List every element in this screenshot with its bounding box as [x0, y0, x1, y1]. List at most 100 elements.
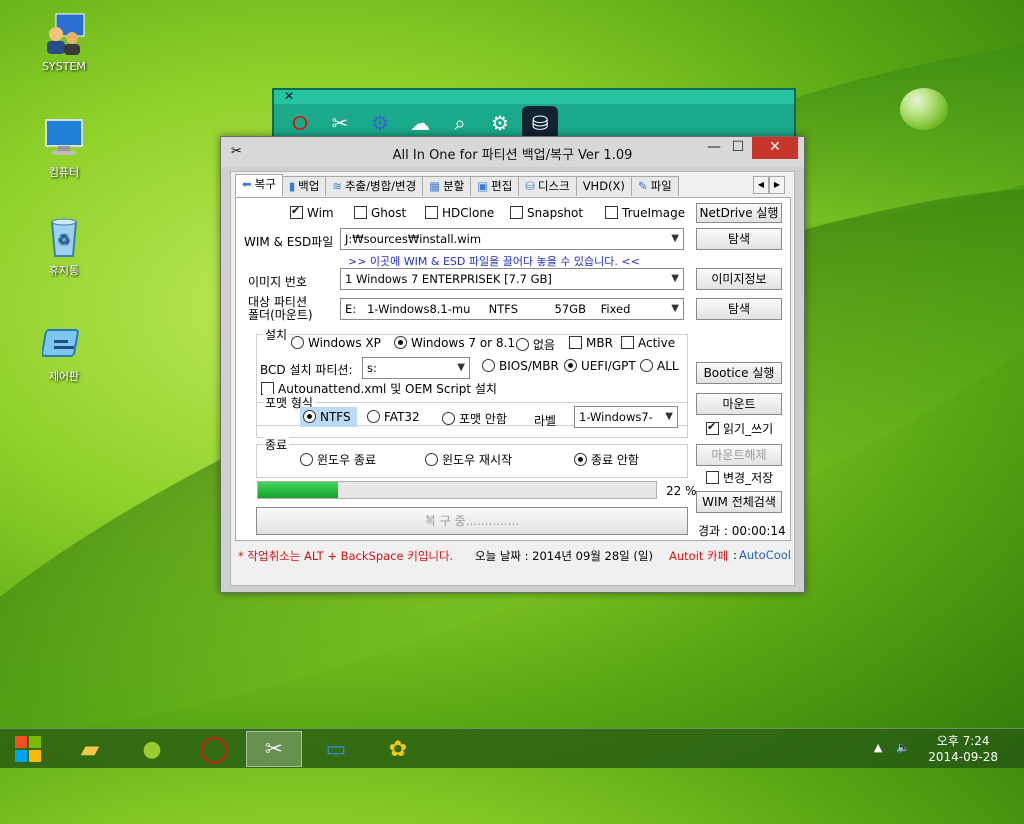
tools-icon: ✂ [264, 736, 284, 762]
wim-file-combo[interactable]: J:₩sources₩install.wim ▼ [340, 228, 684, 250]
network-icon[interactable]: ⚙ [362, 106, 398, 140]
maximize-button[interactable]: ☐ [724, 137, 752, 159]
desktop-icon-computer[interactable]: 컴퓨터 [18, 116, 110, 180]
restore-button[interactable]: 복 구 중.............. [256, 507, 688, 535]
hdclone-checkbox[interactable]: HDClone [425, 206, 494, 220]
mbr-checkbox[interactable]: MBR [569, 336, 613, 350]
ghost-checkbox[interactable]: Ghost [354, 206, 406, 220]
uefi-gpt-radio[interactable]: UEFI/GPT [564, 359, 636, 373]
tab-restore[interactable]: ⬅ 복구 [235, 174, 283, 196]
computer-icon [42, 116, 86, 160]
settings-icon[interactable]: ⚙ [482, 106, 518, 140]
taskbar-clock[interactable]: 오후 7:24 2014-09-28 [928, 733, 998, 765]
restore-tab-icon: ⬅ [242, 177, 252, 191]
install-win7-radio[interactable]: Windows 7 or 8.1 [394, 336, 515, 350]
search-icon[interactable]: ⌕ [442, 106, 478, 140]
tab-split[interactable]: ▦ 분할 [422, 176, 472, 196]
window-titlebar[interactable]: ✂ All In One for 파티션 백업/복구 Ver 1.09 — ☐ … [221, 137, 804, 167]
netdrive-button[interactable]: NetDrive 실행 [696, 203, 782, 223]
tray-expand-icon[interactable]: ▲ [874, 741, 882, 754]
browse-wim-button[interactable]: 탐색 [696, 228, 782, 250]
speaker-icon[interactable]: 🔈 [896, 741, 910, 754]
install-none-radio[interactable]: 없음 [516, 336, 555, 353]
volume-label-combo[interactable]: 1-Windows7- ▼ [574, 406, 678, 428]
disk-icon[interactable]: ⛁ [522, 106, 558, 140]
close-button[interactable]: ✕ [752, 137, 798, 159]
status-bar: * 작업취소는 ALT + BackSpace 키입니다. 오늘 날짜 : 20… [231, 544, 796, 568]
elapsed-time: 경과 : 00:00:14 [698, 524, 786, 538]
install-winxp-radio[interactable]: Windows XP [291, 336, 381, 350]
start-button[interactable] [0, 731, 56, 767]
target-partition-combo[interactable]: E: 1-Windows8.1-mu NTFS 57GB Fixed ▼ [340, 298, 684, 320]
tab-extract[interactable]: ≋ 추출/병합/변경 [325, 176, 424, 196]
bcd-partition-combo[interactable]: s: ▼ [362, 357, 470, 379]
snapshot-checkbox[interactable]: Snapshot [510, 206, 583, 220]
format-none-radio[interactable]: 포맷 안함 [442, 410, 507, 427]
format-fat32-radio[interactable]: FAT32 [367, 410, 420, 424]
desktop-icon-system[interactable]: SYSTEM [18, 12, 110, 73]
split-tab-icon: ▦ [429, 179, 441, 193]
browse-target-button[interactable]: 탐색 [696, 298, 782, 320]
desktop-icon-label: 컴퓨터 [48, 166, 80, 179]
svg-text:♻: ♻ [57, 232, 70, 248]
image-number-combo[interactable]: 1 Windows 7 ENTERPRISEK [7.7 GB] ▼ [340, 268, 684, 290]
wim-checkbox[interactable]: Wim [290, 204, 334, 220]
save-changes-checkbox[interactable]: 변경_저장 [706, 469, 773, 486]
tab-scroll-right-button[interactable]: ▶ [769, 176, 785, 194]
desktop-icon-recycle-bin[interactable]: ♻ 휴지통 [18, 214, 110, 278]
unmount-button[interactable]: 마운트해제 [696, 444, 782, 466]
desktop-icon-label: SYSTEM [42, 60, 86, 73]
tab-vhdx[interactable]: VHD(X) [575, 176, 632, 196]
taskbar-explorer[interactable]: ▰ [62, 731, 118, 767]
image-info-button[interactable]: 이미지정보 [696, 268, 782, 290]
monitor-icon: ▭ [325, 736, 347, 762]
exit-shutdown-radio[interactable]: 윈도우 종료 [300, 451, 376, 468]
tab-edit[interactable]: ▣ 편집 [470, 176, 520, 196]
today-date: 오늘 날짜 : 2014년 09월 28일 (일) [475, 549, 653, 563]
taskbar-monitor[interactable]: ▭ [308, 731, 364, 767]
bootice-button[interactable]: Bootice 실행 [696, 362, 782, 384]
volume-label-label: 라벨 [534, 414, 557, 428]
progress-fill [258, 482, 338, 498]
wim-file-label: WIM & ESD파일 [244, 235, 334, 249]
ghost-icon[interactable]: ☁ [402, 106, 438, 140]
tab-backup[interactable]: ▮ 백업 [281, 176, 327, 196]
tab-file[interactable]: ✎ 파일 [630, 176, 679, 196]
exit-restart-radio[interactable]: 윈도우 재시작 [425, 451, 512, 468]
opera-icon[interactable]: ⭘ [282, 106, 318, 140]
autoit-cafe-link[interactable]: Autoit 카페 [669, 548, 728, 564]
trueimage-checkbox[interactable]: TrueImage [605, 206, 685, 220]
tab-scroll-left-button[interactable]: ◀ [753, 176, 769, 194]
bcd-partition-label: BCD 설치 파티션: [260, 363, 353, 377]
readwrite-checkbox[interactable]: 읽기_쓰기 [706, 420, 773, 437]
active-checkbox[interactable]: Active [621, 336, 675, 350]
all-radio[interactable]: ALL [640, 359, 679, 373]
taskbar-opera[interactable]: ◯ [186, 731, 242, 767]
taskbar-aio-tool[interactable]: ✂ [246, 731, 302, 767]
recycle-bin-icon: ♻ [42, 214, 86, 258]
tools-icon[interactable]: ✂ [322, 106, 358, 140]
windows-logo-icon [15, 736, 41, 762]
taskbar-olive-app[interactable]: ● [124, 731, 180, 767]
users-icon [42, 12, 86, 56]
file-tab-icon: ✎ [637, 179, 648, 193]
autocool-link[interactable]: AutoCool [739, 548, 791, 562]
desktop-icon-control-panel[interactable]: 제어판 [18, 320, 110, 384]
window-client-area: ⬅ 복구 ▮ 백업 ≋ 추출/병합/변경 ▦ 분할 ▣ 편집 ⛁ 디스크 VHD(X) ✎ 파… [230, 171, 795, 586]
bios-mbr-radio[interactable]: BIOS/MBR [482, 359, 559, 373]
tab-disk[interactable]: ⛁ 디스크 [518, 176, 577, 196]
tab-scroll-arrows: ◀ ▶ [753, 176, 785, 194]
taskbar-imagine[interactable]: ✿ [370, 731, 426, 767]
exit-none-radio[interactable]: 종료 안함 [574, 451, 639, 468]
restore-panel: Wim Ghost HDClone Snapshot TrueImage Net… [235, 197, 791, 541]
tab-strip: ⬅ 복구 ▮ 백업 ≋ 추출/병합/변경 ▦ 분할 ▣ 편집 ⛁ 디스크 VHD(X) ✎ 파… [235, 174, 679, 198]
wim-search-all-button[interactable]: WIM 전체검색 [696, 491, 782, 513]
folder-icon: ▰ [80, 735, 100, 763]
target-partition-label: 대상 파티션 폴더(마운트) [248, 296, 313, 322]
format-ntfs-radio[interactable]: NTFS [300, 407, 357, 427]
opera-icon: ◯ [199, 734, 229, 764]
chevron-down-icon: ▼ [457, 362, 465, 373]
mount-button[interactable]: 마운트 [696, 393, 782, 415]
dock-close-icon[interactable]: ✕ [284, 89, 294, 103]
chevron-down-icon: ▼ [671, 273, 679, 284]
